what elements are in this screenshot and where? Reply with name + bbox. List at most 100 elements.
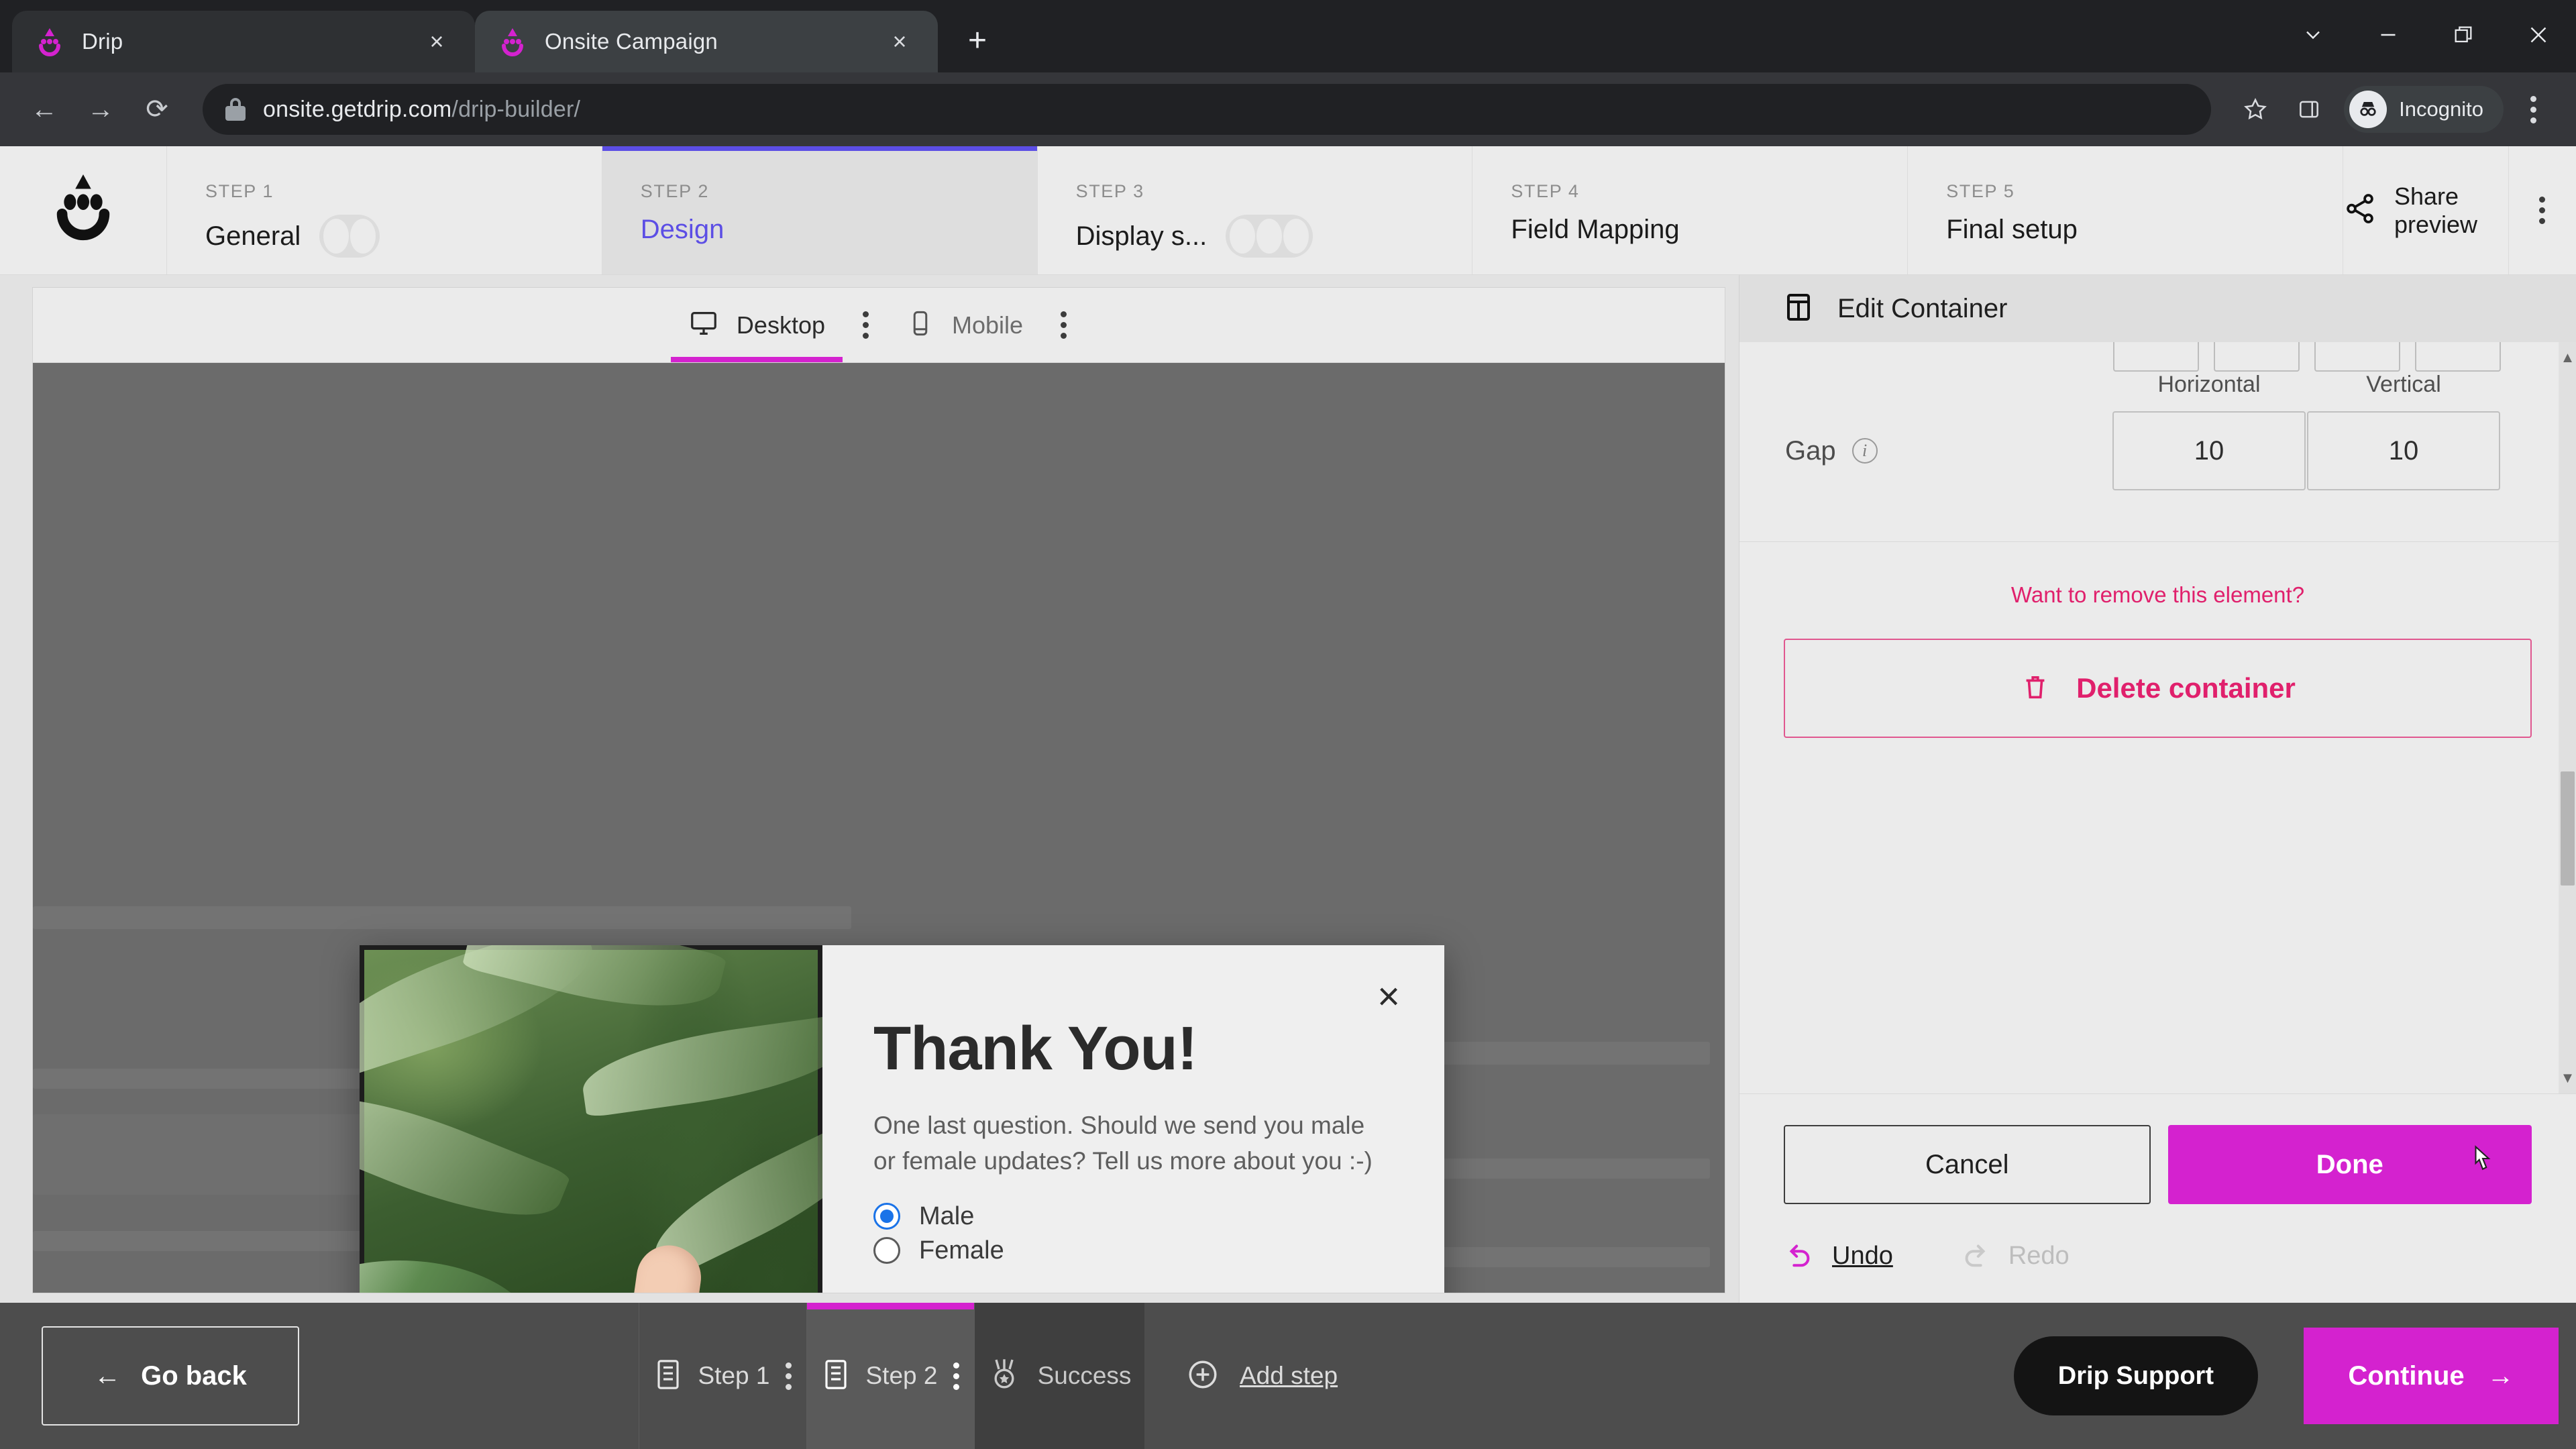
step-item-1[interactable]: STEP 1 General xyxy=(167,146,602,274)
drip-logo-icon xyxy=(35,27,64,56)
padding-input-bottom[interactable] xyxy=(2314,342,2400,372)
kebab-menu-icon[interactable] xyxy=(786,1362,792,1390)
stepbar-overflow-button[interactable] xyxy=(2508,146,2576,274)
panel-scroll-region[interactable]: Horizontal Vertical Gap i 10 10 Want to … xyxy=(1739,342,2576,1093)
tab-strip: Drip × Onsite Campaign × + xyxy=(0,0,2576,72)
modal-title[interactable]: Thank You! xyxy=(873,1014,1388,1084)
forward-button[interactable]: → xyxy=(75,84,126,135)
success-step-button[interactable]: Success xyxy=(975,1303,1144,1449)
minimize-icon[interactable] xyxy=(2351,5,2426,64)
desktop-overflow-button[interactable] xyxy=(843,288,889,362)
share-preview-label: Share preview xyxy=(2394,182,2478,238)
padding-input-left[interactable] xyxy=(2415,342,2501,372)
drip-logo-icon xyxy=(498,27,527,56)
redo-button[interactable]: Redo xyxy=(1960,1239,2070,1273)
editor-body: Desktop Mobile × Thank You! One last que… xyxy=(0,275,2576,1303)
radio-label: Female xyxy=(919,1236,1004,1265)
delete-container-button[interactable]: Delete container xyxy=(1784,639,2532,738)
step-item-2[interactable]: STEP 2 Design xyxy=(602,146,1038,274)
panel-scrollbar[interactable]: ▲ ▼ xyxy=(2559,342,2576,1093)
mobile-overflow-button[interactable] xyxy=(1040,288,1087,362)
new-tab-button[interactable]: + xyxy=(953,16,1002,66)
undo-button[interactable]: Undo xyxy=(1784,1239,1893,1273)
bottom-step-1[interactable]: Step 1 xyxy=(639,1303,807,1449)
step-item-4[interactable]: STEP 4 Field Mapping xyxy=(1472,146,1909,274)
modal-close-button[interactable]: × xyxy=(1377,977,1400,1016)
gap-horizontal-input[interactable]: 10 xyxy=(2112,411,2306,490)
device-tab-mobile[interactable]: Mobile xyxy=(889,288,1040,362)
panel-action-buttons: Cancel Done xyxy=(1739,1093,2576,1204)
gap-header-horizontal: Horizontal xyxy=(2157,372,2261,397)
canvas-wrapper: Desktop Mobile × Thank You! One last que… xyxy=(0,275,1739,1303)
step-label: STEP 4 xyxy=(1511,181,1580,201)
lock-icon xyxy=(225,98,246,121)
bottom-toolbar: ← Go back Step 1 Step 2 Success Add step… xyxy=(0,1303,2576,1449)
plus-circle-icon[interactable] xyxy=(1186,1358,1220,1395)
radio-option-female[interactable]: Female xyxy=(873,1236,1388,1265)
browser-window: Drip × Onsite Campaign × + ← → ⟳ onsite.… xyxy=(0,0,2576,1449)
panel-header: Edit Container xyxy=(1739,275,2576,342)
info-icon[interactable]: i xyxy=(1851,438,1878,464)
padding-input-top[interactable] xyxy=(2113,342,2199,372)
close-icon[interactable] xyxy=(2501,5,2576,64)
app-logo[interactable] xyxy=(0,146,167,274)
tab-close-button[interactable]: × xyxy=(421,26,452,57)
done-button[interactable]: Done xyxy=(2167,1125,2532,1204)
radio-button[interactable] xyxy=(873,1237,900,1265)
gender-radio-group[interactable]: Male Female xyxy=(873,1202,1388,1265)
chevron-down-icon[interactable] xyxy=(2275,5,2351,64)
go-back-cell: ← Go back xyxy=(0,1303,639,1449)
step-item-3[interactable]: STEP 3 Display s... xyxy=(1037,146,1473,274)
go-back-button[interactable]: ← Go back xyxy=(42,1326,299,1426)
reload-button[interactable]: ⟳ xyxy=(131,84,182,135)
undo-label: Undo xyxy=(1832,1242,1893,1270)
bottom-step-2[interactable]: Step 2 xyxy=(807,1303,975,1449)
browser-tab-2[interactable]: Onsite Campaign × xyxy=(475,11,938,72)
kebab-menu-icon xyxy=(863,311,869,339)
add-step-label[interactable]: Add step xyxy=(1240,1362,1338,1390)
gap-vertical-input[interactable]: 10 xyxy=(2307,411,2500,490)
preview-stage[interactable]: × Thank You! One last question. Should w… xyxy=(33,363,1725,1293)
modal-image[interactable] xyxy=(360,945,822,1293)
kebab-menu-icon xyxy=(2539,197,2546,224)
thumbs-up-hand xyxy=(531,1232,772,1293)
gap-header-vertical: Vertical xyxy=(2366,372,2441,397)
url-host: onsite.getdrip.com xyxy=(263,96,452,122)
campaign-modal-preview[interactable]: × Thank You! One last question. Should w… xyxy=(360,945,1444,1293)
side-panel-icon[interactable] xyxy=(2285,85,2333,133)
share-preview-button[interactable]: Share preview xyxy=(2343,146,2509,274)
bottom-step-label: Step 2 xyxy=(865,1362,938,1389)
radio-label: Male xyxy=(919,1201,975,1230)
padding-inputs-row-clipped[interactable] xyxy=(1739,342,2576,372)
scroll-up-arrow-icon[interactable]: ▲ xyxy=(2559,347,2576,368)
kebab-menu-icon[interactable] xyxy=(953,1362,960,1390)
success-label: Success xyxy=(1037,1362,1132,1389)
edit-container-panel: Edit Container Horizontal Vertical Gap i… xyxy=(1739,275,2576,1303)
back-button[interactable]: ← xyxy=(19,84,70,135)
step-variant-pills xyxy=(319,215,380,258)
scrollbar-thumb[interactable] xyxy=(2561,771,2575,885)
drip-support-button[interactable]: Drip Support xyxy=(2013,1336,2258,1415)
profile-chip[interactable]: Incognito xyxy=(2344,86,2504,133)
address-bar[interactable]: onsite.getdrip.com/drip-builder/ xyxy=(203,84,2212,135)
kebab-menu-icon[interactable] xyxy=(2509,85,2557,133)
device-tab-desktop[interactable]: Desktop xyxy=(670,288,843,362)
arrow-right-icon: → xyxy=(2487,1360,2514,1391)
padding-input-right[interactable] xyxy=(2214,342,2300,372)
url-path: /drip-builder/ xyxy=(451,96,581,122)
restore-icon[interactable] xyxy=(2426,5,2501,64)
kebab-menu-icon xyxy=(1061,311,1067,339)
award-icon xyxy=(988,1357,1020,1395)
step-name: General xyxy=(205,221,301,251)
radio-button[interactable] xyxy=(873,1203,900,1230)
tab-close-button[interactable]: × xyxy=(884,26,915,57)
star-icon[interactable] xyxy=(2231,85,2279,133)
continue-button[interactable]: Continue → xyxy=(2304,1328,2559,1424)
radio-option-male[interactable]: Male xyxy=(873,1202,1388,1231)
browser-tab-1[interactable]: Drip × xyxy=(12,11,475,72)
step-item-5[interactable]: STEP 5 Final setup xyxy=(1908,146,2343,274)
scroll-down-arrow-icon[interactable]: ▼ xyxy=(2559,1068,2576,1088)
modal-subtitle[interactable]: One last question. Should we send you ma… xyxy=(873,1108,1388,1179)
preview-canvas: Desktop Mobile × Thank You! One last que… xyxy=(32,287,1725,1293)
cancel-button[interactable]: Cancel xyxy=(1784,1125,2151,1204)
